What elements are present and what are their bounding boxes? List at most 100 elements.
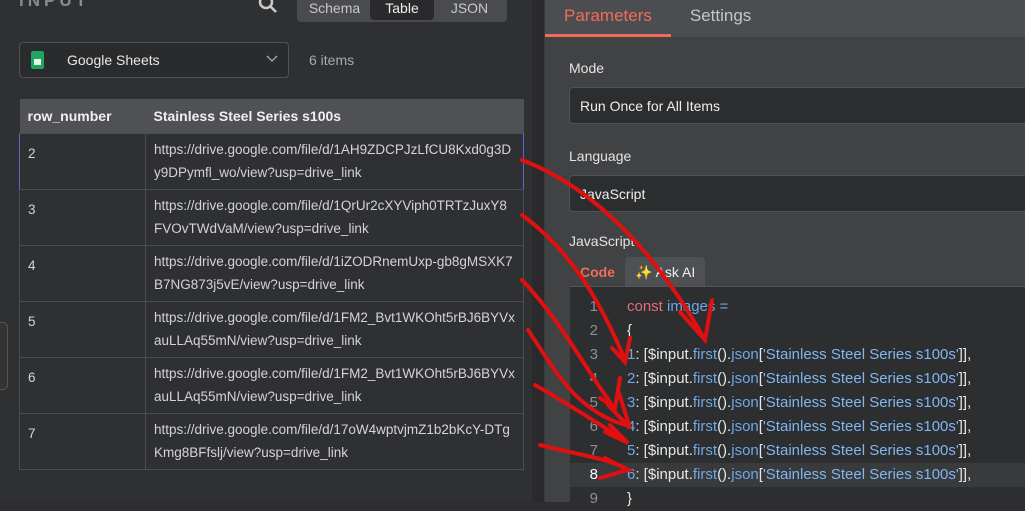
ask-ai-label: Ask AI <box>655 264 696 280</box>
cell-url: https://drive.google.com/file/d/1AH9ZDCP… <box>145 132 524 190</box>
code-line: 2{ <box>570 319 1025 343</box>
mode-label: Mode <box>569 60 605 76</box>
tab-table[interactable]: Table <box>370 0 434 20</box>
code-tabs: Code ✨ Ask AI <box>570 257 1025 287</box>
code-token: ]], <box>958 466 972 483</box>
table-row[interactable]: 7 https://drive.google.com/file/d/17oW4wp… <box>19 412 524 470</box>
code-token: json <box>731 346 759 363</box>
code-token: : [$input. <box>635 394 693 411</box>
cell-row-number: 5 <box>19 300 146 358</box>
code-token: 'Stainless Steel Series s100s' <box>762 346 959 363</box>
code-token: json <box>731 466 759 483</box>
code-line: 3 1: [$input.first().json['Stainless Stee… <box>570 343 1025 367</box>
code-token: first <box>692 346 718 363</box>
code-token: const <box>627 298 668 315</box>
code-token: images = <box>667 298 729 315</box>
input-panel: INPUT Schema Table JSON Google Sheets 6 … <box>0 0 532 502</box>
line-number: 8 <box>589 466 598 483</box>
cell-row-number: 3 <box>19 188 146 246</box>
tab-json[interactable]: JSON <box>434 0 505 20</box>
code-token: : [$input. <box>635 346 693 363</box>
code-text: 3: [$input.first().json['Stainless Steel… <box>627 391 971 415</box>
code-token: json <box>731 394 759 411</box>
tab-settings[interactable]: Settings <box>671 0 770 37</box>
panel-tabs: Parameters Settings <box>545 0 1025 37</box>
line-number: 4 <box>589 370 598 387</box>
cell-row-number: 2 <box>19 132 146 190</box>
code-text: } <box>627 487 632 511</box>
code-token: first <box>692 466 718 483</box>
tab-schema[interactable]: Schema <box>299 0 370 20</box>
code-token: ]], <box>958 442 972 459</box>
mode-select[interactable]: Run Once for All Items <box>569 87 1025 124</box>
code-label: JavaScript <box>569 233 635 249</box>
code-token: { <box>627 322 633 339</box>
cell-row-number: 4 <box>19 244 146 302</box>
code-text: 6: [$input.first().json['Stainless Steel… <box>627 463 971 487</box>
code-token: (). <box>717 394 732 411</box>
collapse-handle[interactable] <box>0 322 8 390</box>
code-token: ]], <box>958 394 972 411</box>
code-editor[interactable]: 1 const images = 2{3 1: [$input.first().jso… <box>570 287 1025 507</box>
code-token: ]], <box>958 346 972 363</box>
cell-url: https://drive.google.com/file/d/1iZODRne… <box>145 244 524 302</box>
line-number: 1 <box>589 298 598 315</box>
tab-parameters[interactable]: Parameters <box>545 0 671 37</box>
tab-code[interactable]: Code <box>570 257 625 286</box>
sparkle-icon: ✨ <box>635 264 653 280</box>
parameters-panel: Parameters Settings Mode Run Once for Al… <box>545 0 1025 507</box>
code-token: (). <box>717 370 732 387</box>
search-icon[interactable] <box>258 0 278 14</box>
table-row[interactable]: 4 https://drive.google.com/file/d/1iZODRn… <box>19 244 524 302</box>
table-row[interactable]: 3 https://drive.google.com/file/d/1QrUr2c… <box>19 188 524 246</box>
data-table: row_number Stainless Steel Series s100s … <box>19 99 524 470</box>
code-text: 4: [$input.first().json['Stainless Steel… <box>627 415 971 439</box>
source-node-select[interactable]: Google Sheets <box>19 42 289 78</box>
code-line: 6 4: [$input.first().json['Stainless Stee… <box>570 415 1025 439</box>
language-label: Language <box>569 148 632 164</box>
item-count: 6 items <box>309 52 355 68</box>
code-text: { <box>627 319 632 343</box>
code-token: 'Stainless Steel Series s100s' <box>762 370 959 387</box>
code-token: : [$input. <box>635 466 693 483</box>
line-number: 9 <box>589 490 598 507</box>
code-token: first <box>692 370 718 387</box>
code-line: 7 5: [$input.first().json['Stainless Stee… <box>570 439 1025 463</box>
code-text: 1: [$input.first().json['Stainless Steel… <box>627 343 971 367</box>
panel-divider[interactable] <box>532 0 545 502</box>
chevron-down-icon <box>266 55 278 62</box>
code-token: 'Stainless Steel Series s100s' <box>762 418 959 435</box>
code-line: 8 6: [$input.first().json['Stainless Stee… <box>570 463 1025 487</box>
table-row[interactable]: 6 https://drive.google.com/file/d/1FM2_Bv… <box>19 356 524 414</box>
cell-url: https://drive.google.com/file/d/1FM2_Bvt… <box>145 300 524 358</box>
table-row[interactable]: 5 https://drive.google.com/file/d/1FM2_Bv… <box>19 300 524 358</box>
table-row[interactable]: 2 https://drive.google.com/file/d/1AH9ZDC… <box>19 132 524 190</box>
view-switcher: Schema Table JSON <box>297 0 507 22</box>
column-header: Stainless Steel Series s100s <box>145 99 524 133</box>
line-number: 7 <box>589 442 598 459</box>
code-text: const images = <box>627 295 728 319</box>
source-node-label: Google Sheets <box>67 52 160 68</box>
code-line: 1 const images = <box>570 295 1025 319</box>
code-token: json <box>731 418 759 435</box>
code-token: 'Stainless Steel Series s100s' <box>762 466 959 483</box>
code-token: : [$input. <box>635 442 693 459</box>
code-token: 'Stainless Steel Series s100s' <box>762 442 959 459</box>
line-number: 5 <box>589 394 598 411</box>
code-token: ]], <box>958 370 972 387</box>
tab-ask-ai[interactable]: ✨ Ask AI <box>625 257 706 286</box>
line-number: 6 <box>589 418 598 435</box>
line-number: 2 <box>589 322 598 339</box>
code-token: (). <box>717 466 732 483</box>
google-sheets-icon <box>31 51 44 69</box>
code-line: 4 2: [$input.first().json['Stainless Stee… <box>570 367 1025 391</box>
code-token: (). <box>717 442 732 459</box>
code-token: (). <box>717 346 732 363</box>
code-token: (). <box>717 418 732 435</box>
language-select[interactable]: JavaScript <box>569 175 1025 212</box>
cell-url: https://drive.google.com/file/d/1FM2_Bvt… <box>145 356 524 414</box>
code-line: 9} <box>570 487 1025 511</box>
code-text: 2: [$input.first().json['Stainless Steel… <box>627 367 971 391</box>
cell-url: https://drive.google.com/file/d/1QrUr2cX… <box>145 188 524 246</box>
code-token: json <box>731 442 759 459</box>
